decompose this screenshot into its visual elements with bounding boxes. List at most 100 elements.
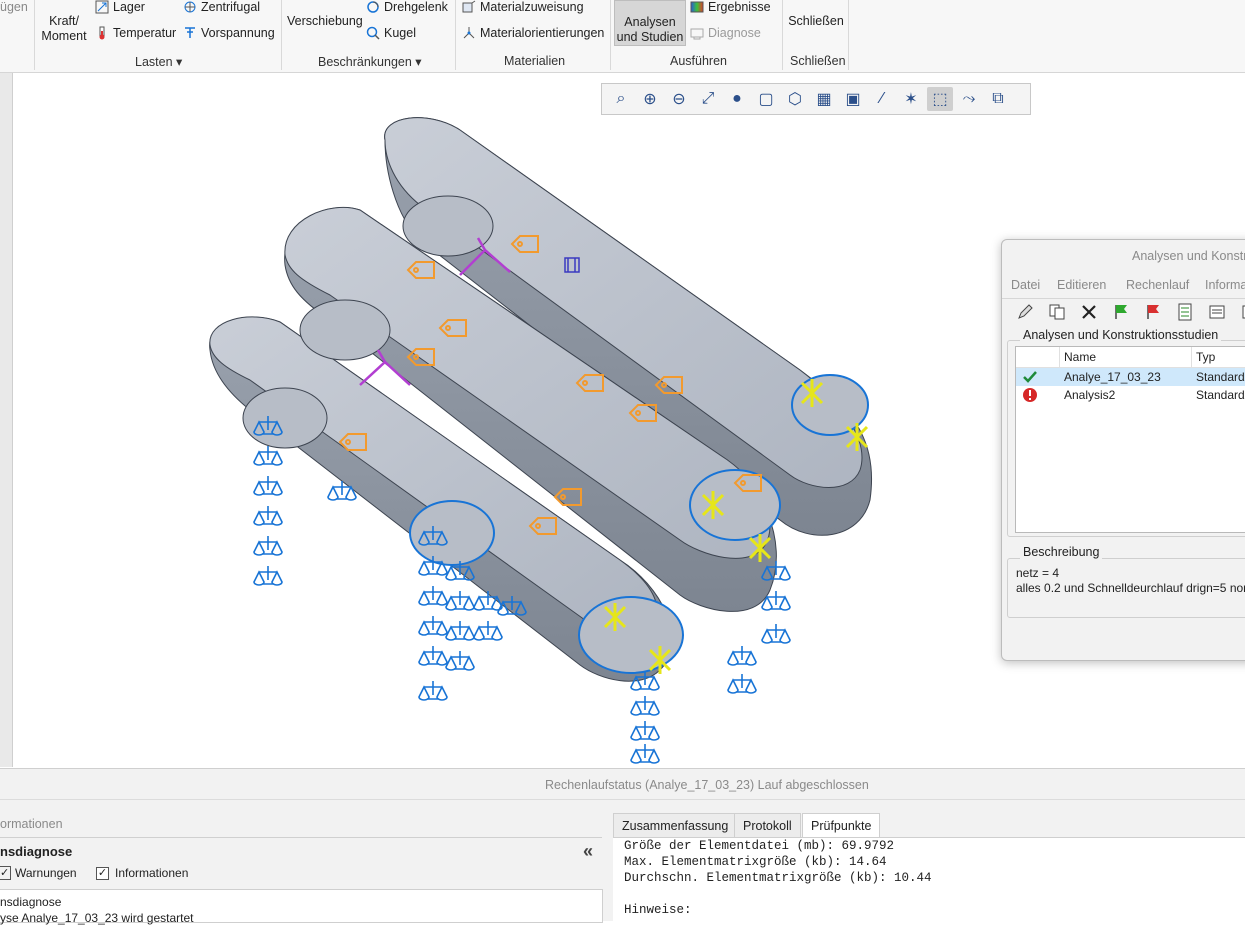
error-icon bbox=[1023, 388, 1037, 402]
material-assignment-icon bbox=[462, 0, 476, 13]
results-button[interactable]: Ergebnisse bbox=[690, 0, 771, 14]
material-orientation-icon bbox=[463, 27, 475, 39]
constraint-marker bbox=[630, 744, 660, 764]
material-assignment-label: Materialzuweisung bbox=[480, 0, 584, 14]
column-name-header[interactable]: Name bbox=[1064, 350, 1096, 364]
diagnosis-button[interactable]: Diagnose bbox=[690, 26, 761, 40]
checklist-icon[interactable] bbox=[1172, 300, 1198, 324]
simulation-display-icon[interactable]: ⬚ bbox=[927, 87, 953, 111]
material-orientations-label: Materialorientierungen bbox=[480, 26, 605, 40]
bearing-icon bbox=[95, 0, 109, 14]
start-flag-icon[interactable] bbox=[1108, 300, 1134, 324]
info-icon[interactable] bbox=[1204, 300, 1230, 324]
material-assignment-button[interactable]: Materialzuweisung bbox=[462, 0, 584, 14]
info-filter[interactable]: ✓ Informationen bbox=[96, 866, 188, 880]
constraint-marker bbox=[761, 624, 791, 644]
view-manager-icon[interactable]: ⬡ bbox=[782, 87, 808, 111]
view-toolbar: ⌕ ⊕ ⊖ ⤢ ● ▢ ⬡ ▦ ▣ ⁄ ✶ ⬚ ⤳ ⧉ bbox=[601, 83, 1031, 115]
table-row[interactable]: Analye_17_03_23 Standard/ bbox=[1016, 368, 1245, 386]
constraints-group-label[interactable]: Beschränkungen ▾ bbox=[318, 54, 422, 69]
preload-button[interactable]: Vorspannung bbox=[183, 26, 275, 40]
constraint-marker bbox=[253, 446, 283, 466]
loads-group-label[interactable]: Lasten ▾ bbox=[135, 54, 182, 69]
run-status-title: Rechenlaufstatus (Analye_17_03_23) Lauf … bbox=[545, 778, 869, 792]
analyses-list[interactable]: Name Typ Analye_17_03_23 Standard/ Analy… bbox=[1015, 346, 1245, 533]
appearance-icon[interactable]: ⧉ bbox=[985, 87, 1011, 111]
run-status-panel: Rechenlaufstatus (Analye_17_03_23) Lauf … bbox=[0, 768, 1245, 925]
ball-icon bbox=[366, 26, 380, 40]
saved-views-icon[interactable]: ▢ bbox=[753, 87, 779, 111]
force-moment-button[interactable]: Kraft/ Moment bbox=[38, 14, 90, 44]
close-button[interactable]: Schließen bbox=[788, 14, 844, 29]
preload-label: Vorspannung bbox=[201, 26, 275, 40]
centrifugal-icon bbox=[184, 1, 196, 13]
edit-icon[interactable] bbox=[1012, 300, 1038, 324]
annotation-display-icon[interactable]: ✶ bbox=[898, 87, 924, 111]
warnings-filter[interactable]: ✓ Warnungen bbox=[0, 866, 77, 880]
description-line: netz = 4 bbox=[1016, 566, 1060, 580]
constraint-marker bbox=[418, 586, 448, 606]
preload-icon bbox=[185, 27, 195, 38]
spin-center-icon[interactable]: ⤳ bbox=[956, 87, 982, 111]
collapse-icon[interactable]: « bbox=[583, 841, 593, 862]
column-type-header[interactable]: Typ bbox=[1196, 350, 1215, 364]
pin-icon bbox=[367, 1, 379, 13]
bearing-button[interactable]: Lager bbox=[95, 0, 145, 14]
delete-icon[interactable] bbox=[1076, 300, 1102, 324]
tab-checkpoints[interactable]: Prüfpunkte bbox=[802, 813, 881, 838]
constraint-marker bbox=[445, 621, 475, 641]
constraint-marker bbox=[445, 651, 475, 671]
constraint-marker bbox=[630, 696, 660, 716]
temperature-button[interactable]: Temperatur bbox=[95, 26, 176, 40]
shading-icon[interactable]: ● bbox=[724, 87, 750, 111]
diagnosis-log-line: yse Analye_17_03_23 wird gestartet bbox=[0, 911, 194, 925]
perspective-icon[interactable]: ▦ bbox=[811, 87, 837, 111]
refit-icon[interactable]: ⤢ bbox=[695, 87, 721, 111]
run-group-label: Ausführen bbox=[670, 54, 727, 68]
constraint-marker bbox=[418, 681, 448, 701]
diagnosis-log: nsdiagnose yse Analye_17_03_23 wird gest… bbox=[0, 889, 603, 925]
ball-button[interactable]: Kugel bbox=[366, 26, 416, 40]
zoom-in-icon[interactable]: ⊕ bbox=[637, 87, 663, 111]
datum-display-icon[interactable]: ⁄ bbox=[869, 87, 895, 111]
description-legend: Beschreibung bbox=[1020, 545, 1103, 559]
menu-edit[interactable]: Editieren bbox=[1057, 278, 1106, 292]
left-panel-header: ormationen bbox=[0, 817, 63, 831]
displacement-button[interactable]: Verschiebung bbox=[287, 14, 363, 29]
results-label: Ergebnisse bbox=[708, 0, 771, 14]
row-type: Standard/ bbox=[1196, 388, 1245, 402]
close-group-label: Schließen bbox=[790, 54, 846, 68]
diagnosis-label: Diagnose bbox=[708, 26, 761, 40]
constraint-marker bbox=[253, 566, 283, 586]
info-filter-label: Informationen bbox=[115, 866, 189, 880]
log-line: Durchschn. Elementmatrixgröße (kb): 10.4… bbox=[624, 871, 932, 885]
results-icon bbox=[690, 1, 704, 13]
left-collapsed-panel[interactable] bbox=[0, 73, 13, 767]
menu-file[interactable]: Datei bbox=[1011, 278, 1040, 292]
pin-button[interactable]: Drehgelenk bbox=[366, 0, 448, 14]
menu-run[interactable]: Rechenlauf bbox=[1126, 278, 1189, 292]
zoom-window-icon[interactable]: ⌕ bbox=[608, 87, 634, 111]
table-row[interactable]: Analysis2 Standard/ bbox=[1016, 386, 1245, 404]
stop-flag-icon[interactable] bbox=[1140, 300, 1166, 324]
diagnosis-title: nsdiagnose bbox=[0, 844, 73, 859]
analyses-group-legend: Analysen und Konstruktionsstudien bbox=[1020, 328, 1222, 342]
display-style-icon[interactable]: ▣ bbox=[840, 87, 866, 111]
copy-icon[interactable] bbox=[1044, 300, 1070, 324]
tab-protocol[interactable]: Protokoll bbox=[734, 813, 801, 838]
tab-summary[interactable]: Zusammenfassung bbox=[613, 813, 738, 838]
thermometer-icon bbox=[99, 26, 105, 40]
materials-group-label: Materialien bbox=[504, 54, 566, 68]
analyses-studies-button[interactable]: Analysen und Studien bbox=[614, 0, 686, 46]
menu-info[interactable]: Informa bbox=[1205, 278, 1245, 292]
constraint-marker bbox=[418, 646, 448, 666]
constraint-marker bbox=[253, 536, 283, 556]
centrifugal-button[interactable]: Zentrifugal bbox=[183, 0, 260, 14]
row-type: Standard/ bbox=[1196, 370, 1245, 384]
constraint-marker bbox=[473, 621, 503, 641]
description-line: alles 0.2 und Schnelldeurchlauf drign=5 … bbox=[1016, 581, 1245, 595]
more-icon[interactable] bbox=[1236, 300, 1245, 324]
zoom-out-icon[interactable]: ⊖ bbox=[666, 87, 692, 111]
material-orientations-button[interactable]: Materialorientierungen bbox=[462, 26, 604, 40]
log-output: Größe der Elementdatei (mb): 69.9792 Max… bbox=[613, 837, 1245, 922]
